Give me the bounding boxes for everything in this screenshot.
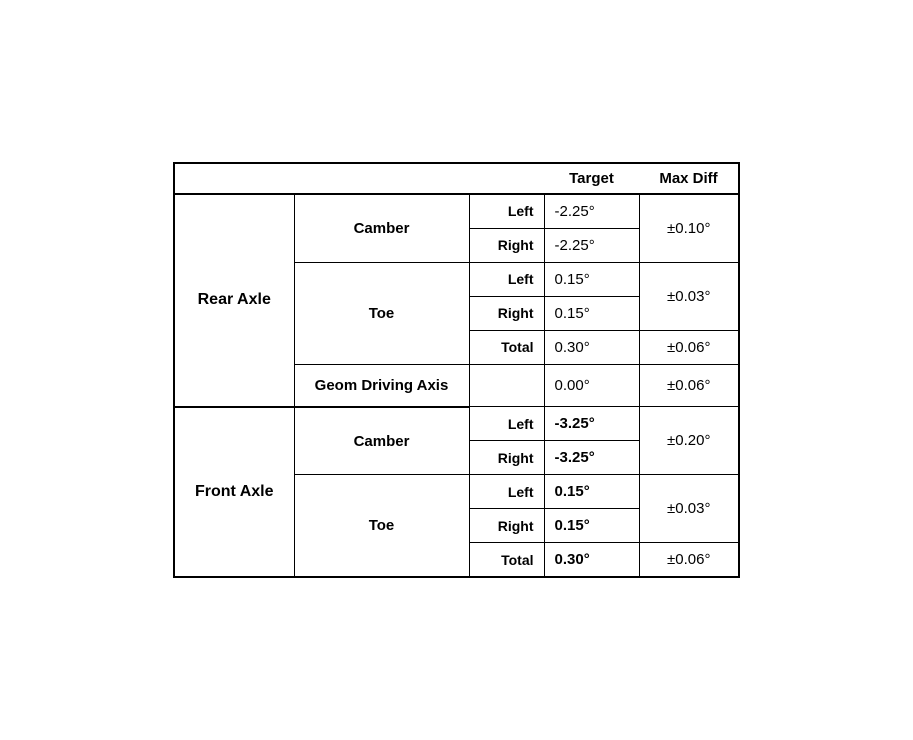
table-container: Target Max Diff Rear AxleCamberLeft-2.25… — [153, 142, 760, 599]
side-cell: Total — [469, 330, 544, 364]
target-cell: 0.30° — [544, 330, 639, 364]
target-cell: 0.15° — [544, 475, 639, 509]
target-cell: -3.25° — [544, 441, 639, 475]
target-cell: 0.15° — [544, 509, 639, 543]
maxdiff-cell: ±0.10° — [639, 194, 739, 263]
target-cell: 0.15° — [544, 262, 639, 296]
meas-cell-0-1: Toe — [294, 262, 469, 364]
alignment-table: Target Max Diff Rear AxleCamberLeft-2.25… — [173, 162, 740, 579]
maxdiff-cell: ±0.03° — [639, 262, 739, 330]
side-cell: Left — [469, 475, 544, 509]
side-cell: Right — [469, 441, 544, 475]
target-cell: 0.00° — [544, 364, 639, 407]
table-row: Front AxleCamberLeft-3.25°±0.20° — [174, 407, 739, 441]
header-target: Target — [544, 163, 639, 194]
target-cell: -2.25° — [544, 194, 639, 229]
maxdiff-cell: ±0.03° — [639, 475, 739, 543]
target-cell: 0.15° — [544, 296, 639, 330]
side-cell: Left — [469, 194, 544, 229]
meas-cell-1-0: Camber — [294, 407, 469, 475]
meas-cell-0-0: Camber — [294, 194, 469, 263]
header-empty-cols — [174, 163, 544, 194]
side-cell: Left — [469, 407, 544, 441]
side-cell — [469, 364, 544, 407]
maxdiff-cell: ±0.06° — [639, 330, 739, 364]
side-cell: Right — [469, 296, 544, 330]
maxdiff-cell: ±0.20° — [639, 407, 739, 475]
maxdiff-cell: ±0.06° — [639, 364, 739, 407]
side-cell: Total — [469, 543, 544, 578]
header-row: Target Max Diff — [174, 163, 739, 194]
meas-cell-1-1: Toe — [294, 475, 469, 578]
header-maxdiff: Max Diff — [639, 163, 739, 194]
table-row: Rear AxleCamberLeft-2.25°±0.10° — [174, 194, 739, 229]
axle-cell-1: Front Axle — [174, 407, 294, 578]
target-cell: 0.30° — [544, 543, 639, 578]
target-cell: -2.25° — [544, 228, 639, 262]
side-cell: Right — [469, 228, 544, 262]
target-cell: -3.25° — [544, 407, 639, 441]
side-cell: Right — [469, 509, 544, 543]
side-cell: Left — [469, 262, 544, 296]
meas-cell-0-2: Geom Driving Axis — [294, 364, 469, 407]
axle-cell-0: Rear Axle — [174, 194, 294, 407]
maxdiff-cell: ±0.06° — [639, 543, 739, 578]
